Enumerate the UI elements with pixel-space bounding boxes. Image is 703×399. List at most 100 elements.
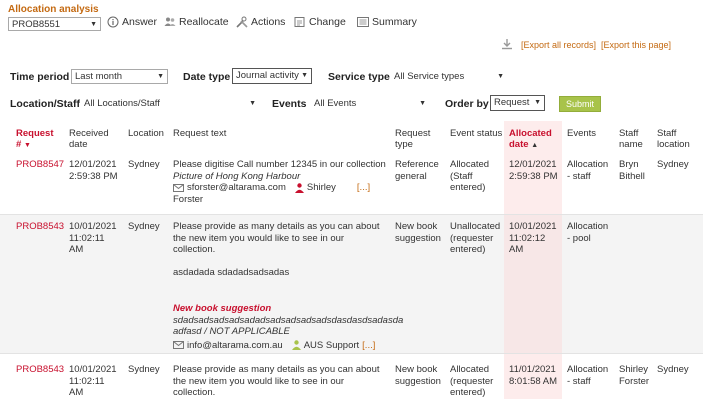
row2-email[interactable]: info@altarama.com.au	[187, 340, 283, 352]
chevron-down-icon: ▼	[249, 99, 256, 107]
row1-request-type: Reference general	[395, 159, 439, 182]
row3-request-text: Please provide as many details as you ca…	[173, 364, 393, 399]
row1-received: 12/01/2021 2:59:38 PM	[69, 159, 118, 182]
order-by-select[interactable]: Request ▼	[490, 95, 545, 111]
row2-type1: New book	[395, 221, 438, 232]
row2-events2: - pool	[567, 232, 591, 244]
col-events[interactable]: Events	[567, 128, 596, 139]
col-request-type[interactable]: Request type	[395, 128, 430, 150]
edit-icon	[294, 17, 305, 27]
col-location[interactable]: Location	[128, 128, 164, 139]
person-icon	[291, 340, 301, 351]
submit-button[interactable]: Submit	[559, 96, 602, 112]
actions-button[interactable]: Actions	[236, 16, 285, 28]
change-label: Change	[309, 16, 346, 28]
row1-person: Shirley	[306, 182, 336, 193]
order-by-label: Order by	[445, 98, 489, 110]
download-icon[interactable]	[501, 38, 513, 50]
change-button[interactable]: Change	[294, 16, 346, 28]
row2-status3: entered)	[450, 244, 486, 255]
col-event-status[interactable]: Event status	[450, 128, 502, 139]
col-allocated-date[interactable]: Allocated date ▲	[509, 128, 552, 151]
location-staff-value: All Locations/Staff	[84, 97, 160, 109]
date-type-label: Date type	[183, 71, 231, 83]
order-by-value: Request	[494, 97, 530, 108]
row2-more-link[interactable]: [...]	[362, 340, 375, 352]
col-received-label2: date	[69, 139, 88, 150]
col-request-label: Request	[16, 128, 54, 139]
row3-staff-location: Sydney	[657, 364, 689, 375]
row1-status2: (Staff	[450, 170, 473, 182]
col-staff-location[interactable]: Staff location	[657, 128, 690, 150]
col-request[interactable]: Request # ▼	[16, 128, 53, 151]
chevron-down-icon: ▼	[419, 99, 426, 107]
col-request-type-label2: type	[395, 139, 413, 150]
row1-type1: Reference	[395, 159, 439, 170]
row3-events1: Allocation	[567, 364, 609, 375]
col-request-hash: #	[16, 139, 22, 150]
row2-request-text: Please provide as many details as you ca…	[173, 221, 403, 352]
person-icon	[294, 183, 304, 193]
row2-location: Sydney	[128, 221, 160, 232]
actions-label: Actions	[251, 16, 286, 28]
row1-location: Sydney	[128, 159, 160, 170]
location-staff-select[interactable]: All Locations/Staff ▼	[80, 96, 260, 111]
col-received-date[interactable]: Received date	[69, 128, 109, 150]
reallocate-label: Reallocate	[179, 16, 229, 28]
export-all-link[interactable]: [Export all records]	[521, 40, 596, 50]
row1-staff2: Bithell	[619, 170, 645, 182]
row1-request-id[interactable]: PROB8547	[16, 159, 64, 171]
row2-received-date: 10/01/2021	[69, 221, 117, 232]
location-staff-label: Location/Staff	[10, 98, 80, 110]
service-type-select[interactable]: All Service types ▼	[390, 69, 508, 84]
row3-alloc-time: 8:01:58 AM	[509, 375, 558, 387]
row1-alloc-date: 12/01/2021	[509, 159, 557, 170]
time-period-select[interactable]: Last month ▼	[71, 69, 168, 84]
row1-alloc-time: 2:59:38 PM	[509, 170, 558, 182]
chevron-down-icon: ▼	[157, 72, 164, 80]
col-request-type-label1: Request	[395, 128, 431, 139]
answer-button[interactable]: Answer	[107, 16, 157, 28]
row2-text4: asdadada sdadadsadsadas	[173, 266, 290, 278]
row3-type2: suggestion	[395, 375, 441, 387]
summary-label: Summary	[372, 16, 417, 28]
email-icon	[173, 341, 184, 350]
row1-more-link[interactable]: [...]	[357, 182, 370, 194]
time-period-label: Time period	[10, 71, 70, 83]
row1-received-date: 12/01/2021	[69, 159, 117, 170]
row1-request-text: Please digitise Call number 12345 in our…	[173, 159, 393, 205]
row3-received: 10/01/2021 11:02:11 AM	[69, 364, 117, 399]
chevron-down-icon: ▼	[90, 21, 97, 28]
chevron-down-icon: ▼	[534, 99, 541, 106]
reallocate-button[interactable]: Reallocate	[164, 16, 229, 28]
row1-staff1: Bryn	[619, 159, 639, 170]
row1-staff-name: Bryn Bithell	[619, 159, 645, 182]
row2-received-time: 11:02:11	[69, 232, 105, 244]
info-icon	[107, 16, 119, 28]
row1-staff-location: Sydney	[657, 159, 689, 170]
export-page-link[interactable]: [Export this page]	[601, 40, 671, 50]
answer-label: Answer	[122, 16, 158, 28]
row1-email[interactable]: sforster@altarama.com	[187, 182, 286, 194]
row1-received-time: 2:59:38 PM	[69, 170, 118, 182]
col-staff-name[interactable]: Staff name	[619, 128, 643, 150]
row2-received: 10/01/2021 11:02:11 AM	[69, 221, 117, 256]
events-select[interactable]: All Events ▼	[310, 96, 430, 111]
row1-subtitle: Picture of Hong Kong Harbour	[173, 170, 301, 182]
row1-status1: Allocated	[450, 159, 490, 170]
row3-request-id[interactable]: PROB8543	[16, 364, 64, 376]
time-period-value: Last month	[75, 70, 122, 82]
row3-status3: entered)	[450, 387, 486, 398]
row2-request-id[interactable]: PROB8543	[16, 221, 64, 233]
row1-type2: general	[395, 170, 427, 182]
events-label: Events	[272, 98, 307, 110]
row2-status2: (requester	[450, 232, 494, 244]
row3-allocated: 11/01/2021 8:01:58 AM	[509, 364, 557, 387]
summary-button[interactable]: Summary	[357, 16, 417, 28]
request-select[interactable]: PROB8551 ▼	[8, 17, 101, 31]
row3-status2: (requester	[450, 375, 494, 387]
col-request-text[interactable]: Request text	[173, 128, 226, 139]
email-icon	[173, 183, 184, 192]
row2-text2: the new item you would like to see in ou…	[173, 232, 345, 244]
date-type-select[interactable]: Journal activity ▼	[232, 68, 312, 84]
